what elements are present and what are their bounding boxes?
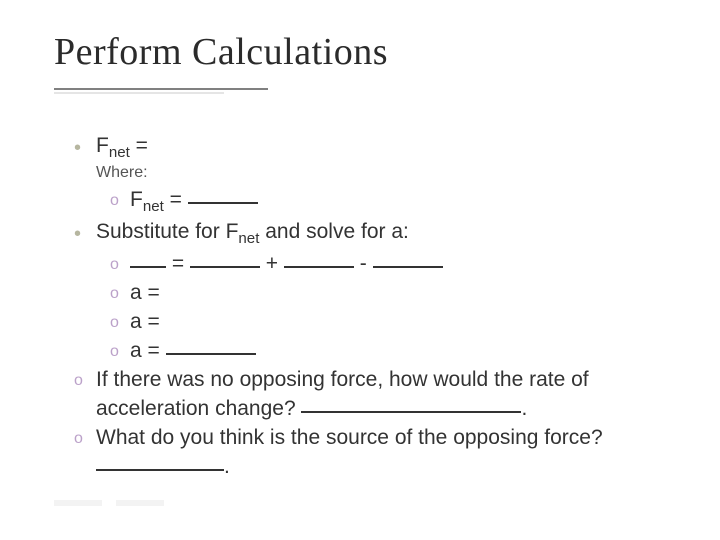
sub-bullet-icon: o	[110, 254, 130, 276]
sub-a1-text: a =	[130, 279, 664, 308]
text: a =	[130, 339, 166, 362]
slide: Perform Calculations • Fnet = Where: o F…	[0, 0, 720, 540]
slide-title: Perform Calculations	[54, 30, 388, 74]
text: and solve for a:	[259, 220, 408, 243]
sub-bullet-icon: o	[74, 428, 96, 450]
eq: =	[130, 134, 148, 157]
text: What do you think is the source of the o…	[96, 426, 603, 449]
blank	[96, 451, 224, 471]
var-f: F	[96, 134, 109, 157]
blank	[130, 248, 166, 268]
sub-bullet-icon: o	[110, 312, 130, 334]
sub-bullet-icon: o	[110, 341, 130, 363]
blank	[166, 335, 256, 355]
blank	[188, 184, 258, 204]
question-source: o What do you think is the source of the…	[74, 424, 664, 482]
question-opposing-force: o If there was no opposing force, how wo…	[74, 366, 664, 424]
sub-fnet-text: Fnet =	[130, 186, 664, 218]
blank	[190, 248, 260, 268]
var-f: F	[226, 220, 239, 243]
eq: =	[164, 188, 188, 211]
bullet-substitute: • Substitute for Fnet and solve for a:	[74, 218, 664, 250]
bullet-fnet: • Fnet =	[74, 132, 664, 164]
where-label: Where:	[74, 162, 664, 184]
sub-bullet-icon: o	[74, 370, 96, 392]
sub-a3: o a =	[74, 337, 664, 366]
bullet-icon: •	[74, 135, 96, 163]
sub-a1: o a =	[74, 279, 664, 308]
deco-bar	[54, 500, 102, 506]
sub-a2: o a =	[74, 308, 664, 337]
bullet-fnet-text: Fnet =	[96, 132, 664, 164]
var-f: F	[130, 188, 143, 211]
sub-a3-text: a =	[130, 337, 664, 366]
sub-fnet-blank: o Fnet =	[74, 186, 664, 218]
sub-bullet-icon: o	[110, 283, 130, 305]
bullet-substitute-text: Substitute for Fnet and solve for a:	[96, 218, 664, 250]
var-f-sub: net	[143, 198, 164, 215]
question-text: If there was no opposing force, how woul…	[96, 366, 664, 424]
blank	[284, 248, 354, 268]
sub-equation: o = + -	[74, 250, 664, 279]
plus: +	[260, 252, 284, 275]
bullet-icon: •	[74, 221, 96, 249]
blank	[301, 393, 521, 413]
title-underline-shadow	[54, 92, 224, 94]
blank	[373, 248, 443, 268]
sub-a2-text: a =	[130, 308, 664, 337]
period: .	[521, 397, 527, 420]
var-f-sub: net	[238, 230, 259, 247]
period: .	[224, 455, 230, 478]
text: Substitute for	[96, 220, 226, 243]
sub-equation-text: = + -	[130, 250, 664, 279]
title-underline	[54, 88, 268, 90]
var-f-sub: net	[109, 144, 130, 161]
eq: =	[166, 252, 190, 275]
question-text: What do you think is the source of the o…	[96, 424, 664, 482]
minus: -	[354, 252, 373, 275]
slide-body: • Fnet = Where: o Fnet = • Substitute fo…	[74, 132, 664, 482]
sub-bullet-icon: o	[110, 190, 130, 212]
deco-bar	[116, 500, 164, 506]
